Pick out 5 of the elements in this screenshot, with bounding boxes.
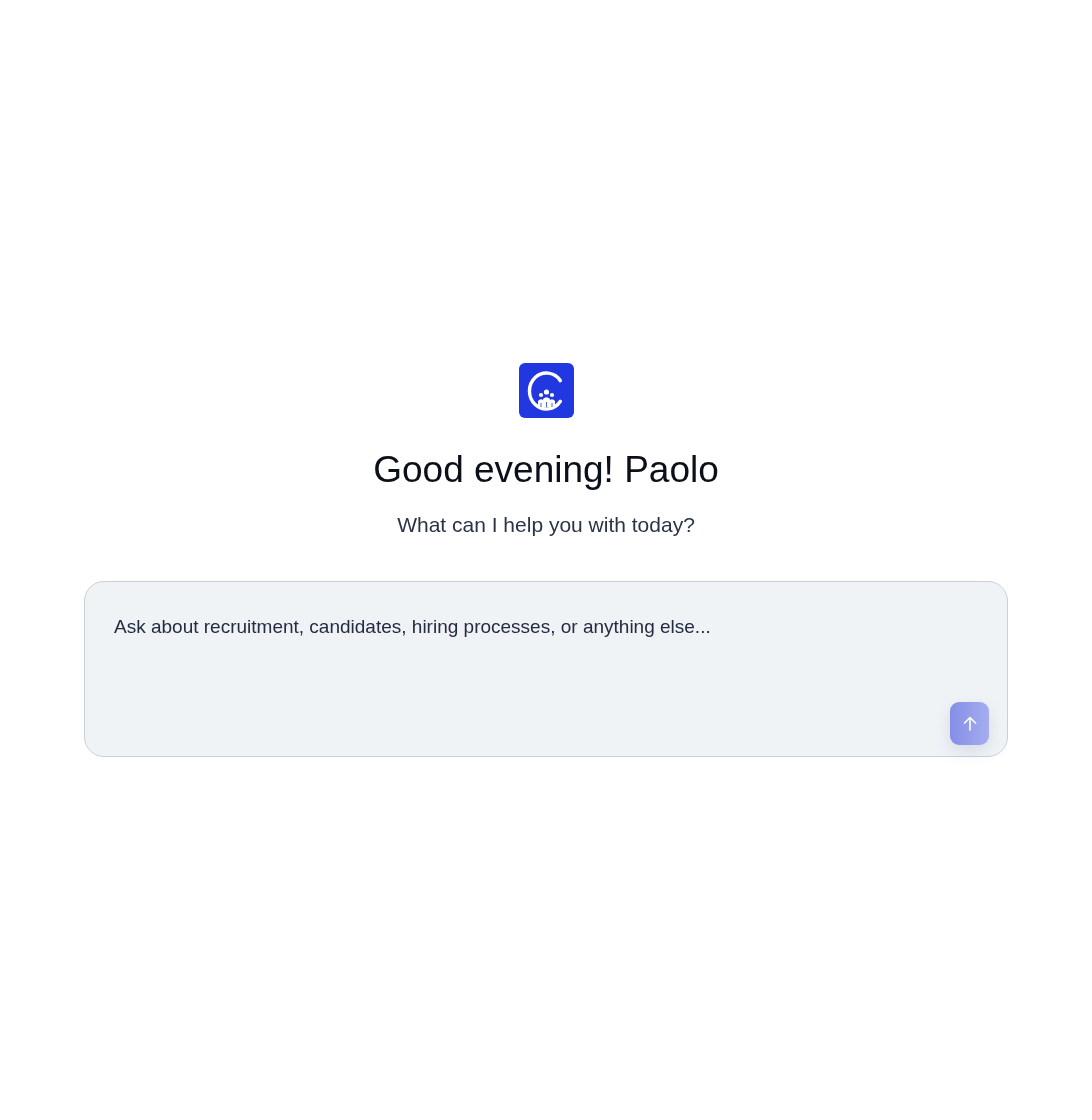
greeting-subtitle: What can I help you with today? <box>397 512 695 538</box>
logo-icon <box>518 363 574 418</box>
greeting-title: Good evening! Paolo <box>373 448 719 492</box>
arrow-up-icon <box>962 716 977 731</box>
message-field[interactable]: Ask about recruitment, candidates, hiring processes, or anything else... <box>84 581 1008 757</box>
